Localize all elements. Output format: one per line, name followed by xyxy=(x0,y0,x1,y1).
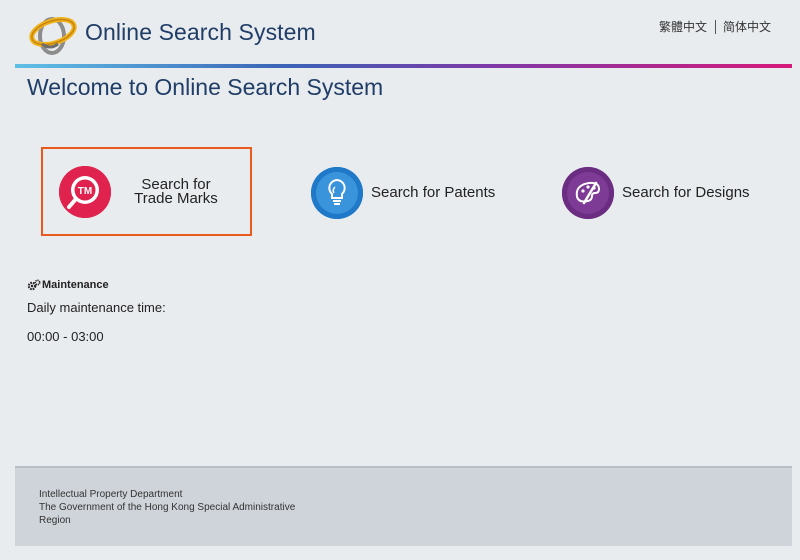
header: Online Search System 繁體中文 简体中文 xyxy=(0,0,800,70)
lang-traditional-chinese-link[interactable]: 繁體中文 xyxy=(659,18,707,35)
maintenance-time: 00:00 - 03:00 xyxy=(27,329,104,344)
trademark-icon: TM xyxy=(59,165,111,218)
footer: Intellectual Property Department The Gov… xyxy=(15,466,792,546)
maintenance-description: Daily maintenance time: xyxy=(27,300,166,315)
footer-text: Intellectual Property Department The Gov… xyxy=(39,488,339,527)
footer-line-1: Intellectual Property Department xyxy=(39,489,183,500)
lightbulb-icon xyxy=(311,167,363,219)
header-gradient-bar xyxy=(15,64,792,68)
language-switcher: 繁體中文 简体中文 xyxy=(659,18,771,35)
footer-line-3: Region xyxy=(39,515,71,526)
app-title: Online Search System xyxy=(85,19,316,45)
lang-simplified-chinese-link[interactable]: 简体中文 xyxy=(723,18,771,35)
search-patents-card[interactable]: Search for Patents xyxy=(311,167,511,219)
search-designs-card[interactable]: Search for Designs xyxy=(562,167,762,219)
footer-line-2: The Government of the Hong Kong Special … xyxy=(39,502,296,513)
maintenance-heading: Maintenance xyxy=(27,279,109,291)
search-designs-label: Search for Designs xyxy=(622,184,750,201)
gears-icon xyxy=(27,279,41,291)
search-patents-label: Search for Patents xyxy=(371,184,496,201)
search-trade-marks-card[interactable]: TM Search for Trade Marks xyxy=(41,147,252,236)
svg-text:TM: TM xyxy=(78,186,92,197)
ipd-logo[interactable] xyxy=(28,10,78,56)
maintenance-heading-text: Maintenance xyxy=(42,279,109,291)
palette-icon xyxy=(562,167,614,219)
page-title: Welcome to Online Search System xyxy=(27,74,384,100)
search-trade-marks-label: Search for Trade Marks xyxy=(134,175,218,207)
lang-divider xyxy=(714,19,716,34)
